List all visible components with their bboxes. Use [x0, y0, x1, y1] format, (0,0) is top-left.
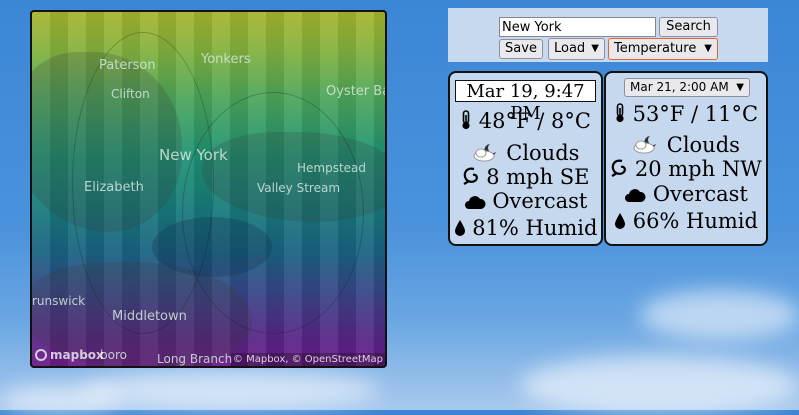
place-label: Hempstead	[297, 161, 367, 175]
map-attribution[interactable]: © Mapbox, © OpenStreetMap	[230, 353, 385, 366]
place-label: Middletown	[112, 309, 187, 324]
sky-row: Overcast	[450, 189, 601, 213]
mapbox-logo-text: mapbox	[50, 348, 104, 362]
place-label: Yonkers	[201, 52, 251, 67]
wind-icon	[462, 167, 478, 185]
droplet-icon	[454, 220, 465, 236]
layer-select[interactable]: Temperature ▼	[608, 38, 718, 60]
wind-value: 8 mph SE	[486, 165, 590, 189]
current-weather-card: Mar 19, 9:47 PM 48°F / 8°C Clouds 8 mph …	[448, 71, 603, 246]
wind-icon	[611, 159, 627, 177]
sky-value: Overcast	[492, 189, 588, 213]
condition-row: Clouds	[606, 133, 766, 157]
place-label: Valley Stream	[257, 181, 341, 195]
place-label: boro	[100, 348, 127, 362]
current-datetime: Mar 19, 9:47 PM	[455, 80, 596, 124]
chevron-down-icon: ▼	[591, 43, 599, 54]
map-road	[182, 92, 364, 334]
temperature-row: 48°F / 8°C	[450, 109, 601, 133]
humidity-value: 81% Humid	[472, 216, 598, 240]
place-label: Paterson	[99, 58, 156, 73]
forecast-weather-card: Mar 21, 2:00 AM ▼ 53°F / 11°C Clouds 20 …	[604, 71, 768, 246]
forecast-datetime: Mar 21, 2:00 AM	[630, 80, 729, 94]
sky-cloud	[640, 290, 799, 340]
place-label: Elizabeth	[84, 180, 144, 195]
droplet-icon	[615, 213, 626, 229]
sky-cloud	[520, 355, 799, 415]
wind-row: 20 mph NW	[606, 157, 766, 181]
sky-cloud	[0, 385, 120, 415]
place-label: Oyster Ba	[326, 84, 387, 99]
chevron-down-icon: ▼	[704, 43, 712, 54]
moon-clouds-icon	[633, 136, 657, 154]
place-label: Long Branch	[157, 352, 233, 366]
sky-cloud	[80, 370, 380, 410]
weather-map[interactable]: Paterson Yonkers Oyster Ba Clifton New Y…	[30, 10, 387, 368]
chevron-down-icon: ▼	[736, 82, 744, 93]
sky-row: Overcast	[606, 182, 766, 206]
place-label: Clifton	[111, 87, 150, 101]
place-label: New York	[159, 146, 228, 164]
temperature-row: 53°F / 11°C	[606, 102, 766, 126]
mapbox-logo[interactable]: mapbox	[35, 348, 104, 362]
place-label: runswick	[32, 294, 86, 308]
condition-value: Clouds	[506, 141, 580, 165]
condition-value: Clouds	[666, 133, 740, 157]
humidity-row: 81% Humid	[450, 216, 601, 240]
forecast-datetime-select[interactable]: Mar 21, 2:00 AM ▼	[624, 78, 750, 97]
condition-row: Clouds	[450, 141, 601, 165]
thermometer-icon	[616, 103, 624, 123]
cloud-icon	[625, 189, 646, 202]
temperature-value: 53°F / 11°C	[632, 102, 759, 126]
layer-select-label: Temperature	[614, 41, 697, 56]
load-select-label: Load	[554, 41, 586, 56]
humidity-row: 66% Humid	[606, 209, 766, 233]
wind-value: 20 mph NW	[634, 157, 762, 181]
humidity-value: 66% Humid	[632, 209, 758, 233]
save-button[interactable]: Save	[499, 39, 543, 59]
wind-row: 8 mph SE	[450, 165, 601, 189]
cloud-icon	[464, 196, 486, 209]
controls-panel: Search Save Load ▼ Temperature ▼	[448, 8, 768, 62]
sky-value: Overcast	[652, 182, 748, 206]
mapbox-logo-icon	[35, 349, 47, 361]
temperature-value: 48°F / 8°C	[478, 109, 591, 133]
moon-clouds-icon	[473, 144, 496, 162]
thermometer-icon	[462, 110, 470, 130]
load-select[interactable]: Load ▼	[548, 38, 605, 60]
search-button[interactable]: Search	[659, 17, 718, 37]
location-search-input[interactable]	[499, 17, 656, 37]
